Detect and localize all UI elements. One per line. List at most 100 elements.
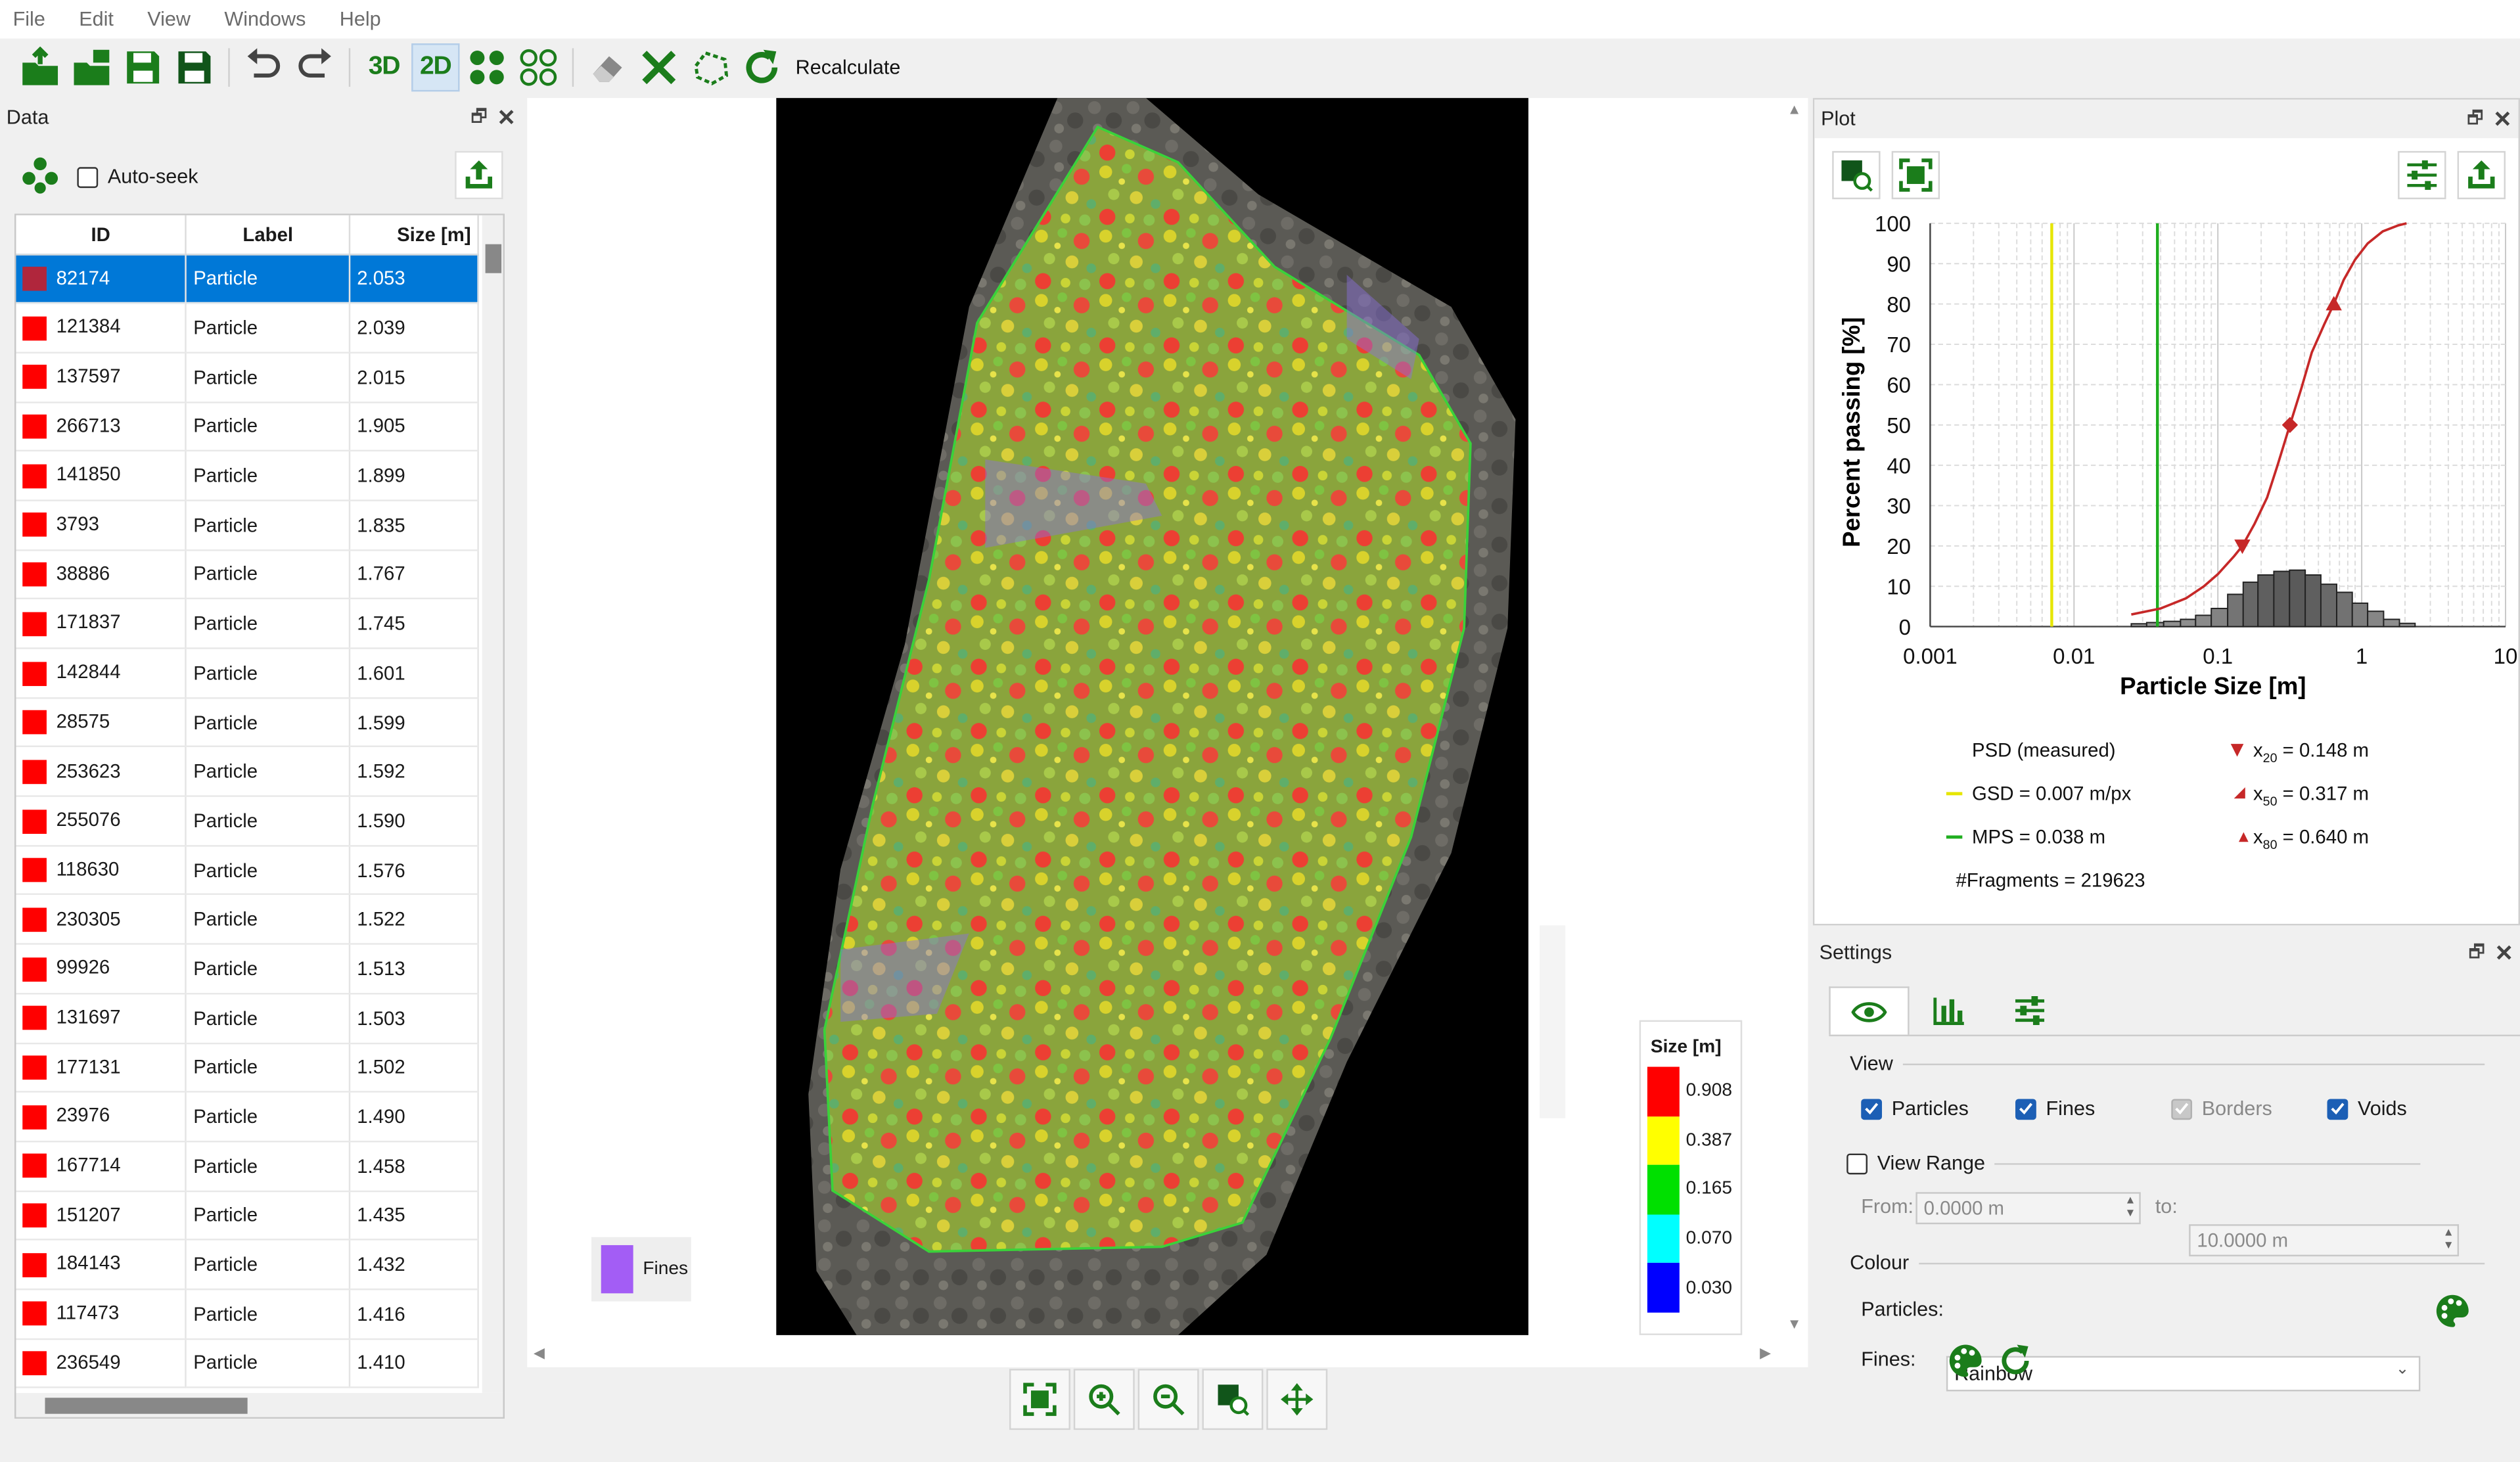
auto-seek-checkbox[interactable]: Auto-seek [77,166,198,188]
menu-view[interactable]: View [147,8,191,30]
table-row[interactable]: 117473 Particle 1.416 [16,1289,479,1340]
horizontal-scrollbar[interactable] [16,1392,503,1417]
voids-check[interactable] [2327,1098,2348,1120]
particles-check[interactable] [1861,1098,1883,1120]
voids-checkbox[interactable]: Voids [2327,1097,2407,1120]
fines-checkbox[interactable]: Fines [2015,1097,2095,1120]
eraser-button[interactable] [584,43,631,91]
borders-checkbox[interactable]: Borders [2171,1097,2272,1120]
plot-settings-button[interactable] [2398,150,2446,200]
plot-fit-button[interactable] [1891,150,1940,200]
2d-view-button[interactable]: 2D [411,43,460,92]
table-row[interactable]: 23976 Particle 1.490 [16,1091,479,1143]
delete-button[interactable] [635,43,683,91]
table-row[interactable]: 151207 Particle 1.435 [16,1190,479,1241]
view-range-checkbox[interactable]: View Range [1846,1152,2421,1174]
import-button[interactable] [68,43,116,91]
particle-color-swatch [22,1252,47,1277]
column-id[interactable]: ID [16,215,187,255]
viewer-vertical-scrollbar[interactable]: ▲ ▼ [1782,98,1808,1367]
column-label[interactable]: Label [186,215,351,255]
table-row[interactable]: 255076 Particle 1.590 [16,796,479,846]
table-row[interactable]: 82174 Particle 2.053 [16,254,479,304]
pan-button[interactable] [1266,1369,1328,1430]
fines-reset-button[interactable] [1996,1342,2035,1381]
recalculate-button[interactable] [738,43,786,91]
zoom-out-button[interactable] [1137,1369,1199,1430]
psd-chart: 10090807060504030201000.001 0.01 0.1 1 10 Pe… [1838,212,2518,699]
table-row[interactable]: 118630 Particle 1.576 [16,845,479,896]
tab-histogram[interactable] [1910,986,1990,1034]
tab-parameters[interactable] [1990,986,2070,1034]
table-row[interactable]: 230305 Particle 1.522 [16,894,479,946]
particle-id: 82174 [56,266,110,289]
undo-button[interactable] [239,43,287,91]
table-row[interactable]: 28575 Particle 1.599 [16,697,479,748]
table-row[interactable]: 236549 Particle 1.410 [16,1338,479,1389]
from-input[interactable]: 0.0000 m ▲ ▼ [1915,1192,2141,1225]
table-row[interactable]: 3793 Particle 1.835 [16,500,479,551]
table-row[interactable]: 131697 Particle 1.503 [16,993,479,1044]
viewer-horizontal-scrollbar[interactable]: ◀ ▶ [527,1342,1782,1367]
lasso-button[interactable] [686,43,734,91]
float-icon[interactable]: 🗗 [470,102,487,132]
particles-checkbox[interactable]: Particles [1861,1097,1969,1120]
3d-view-button[interactable]: 3D [360,43,408,91]
cell-label: Particle [186,599,351,649]
horizontal-scroll-thumb[interactable] [45,1398,248,1414]
open-project-button[interactable] [16,43,64,91]
float-icon[interactable]: 🗗 [2467,104,2483,134]
cell-size: 1.592 [350,746,479,797]
tab-view[interactable] [1829,986,1910,1035]
table-row[interactable]: 253623 Particle 1.592 [16,746,479,797]
view-range-check[interactable] [1846,1153,1868,1174]
map-viewer[interactable]: Size [m] 0.908 0.387 0.165 0.070 0.030 Fines… [527,98,1808,1367]
float-icon[interactable]: 🗗 [2469,938,2485,968]
vertical-scroll-thumb[interactable] [485,244,502,273]
plot-export-button[interactable] [2457,150,2506,200]
column-size[interactable]: Size [m] [350,215,479,255]
menu-windows[interactable]: Windows [224,8,306,30]
table-row[interactable]: 184143 Particle 1.432 [16,1240,479,1291]
cell-id: 121384 [16,303,187,354]
spin-arrows-icon[interactable]: ▲ ▼ [2443,1227,2454,1253]
seek-button[interactable] [16,151,64,199]
table-row[interactable]: 121384 Particle 2.039 [16,303,479,354]
close-icon[interactable]: ✕ [2493,105,2512,133]
particle-outline-view-button[interactable] [515,43,562,91]
menu-help[interactable]: Help [340,8,381,30]
psd-legend-label: PSD (measured) [1971,739,2116,762]
fit-view-button[interactable] [1009,1369,1070,1430]
redo-button[interactable] [291,43,339,91]
particles-view-button[interactable] [463,43,511,91]
zoom-selection-button[interactable] [1202,1369,1264,1430]
save-button[interactable] [119,43,167,91]
fines-palette-button[interactable] [1946,1342,1985,1381]
menu-edit[interactable]: Edit [79,8,114,30]
table-row[interactable]: 142844 Particle 1.601 [16,648,479,698]
export-data-button[interactable] [455,150,503,200]
table-row[interactable]: 171837 Particle 1.745 [16,599,479,649]
table-row[interactable]: 177131 Particle 1.502 [16,1042,479,1093]
plot-zoom-selection-button[interactable] [1832,150,1881,200]
fines-check[interactable] [2015,1098,2036,1120]
save-as-button[interactable] [170,43,218,91]
orthophoto-canvas[interactable] [776,98,1528,1335]
table-row[interactable]: 141850 Particle 1.899 [16,451,479,501]
close-icon[interactable]: ✕ [497,104,516,131]
cell-size: 1.432 [350,1240,479,1291]
menu-file[interactable]: File [13,8,45,30]
vertical-scrollbar[interactable] [482,215,503,1393]
auto-seek-box[interactable] [77,166,99,187]
table-row[interactable]: 38886 Particle 1.767 [16,549,479,600]
table-row[interactable]: 266713 Particle 1.905 [16,401,479,452]
recalculate-label[interactable]: Recalculate [796,57,901,79]
zoom-in-button[interactable] [1073,1369,1135,1430]
table-row[interactable]: 137597 Particle 2.015 [16,352,479,403]
particles-palette-button[interactable] [2433,1292,2472,1331]
table-row[interactable]: 167714 Particle 1.458 [16,1141,479,1192]
spin-arrows-icon[interactable]: ▲ ▼ [2125,1195,2136,1221]
close-icon[interactable]: ✕ [2495,939,2514,967]
borders-check[interactable] [2171,1098,2193,1120]
table-row[interactable]: 99926 Particle 1.513 [16,944,479,995]
